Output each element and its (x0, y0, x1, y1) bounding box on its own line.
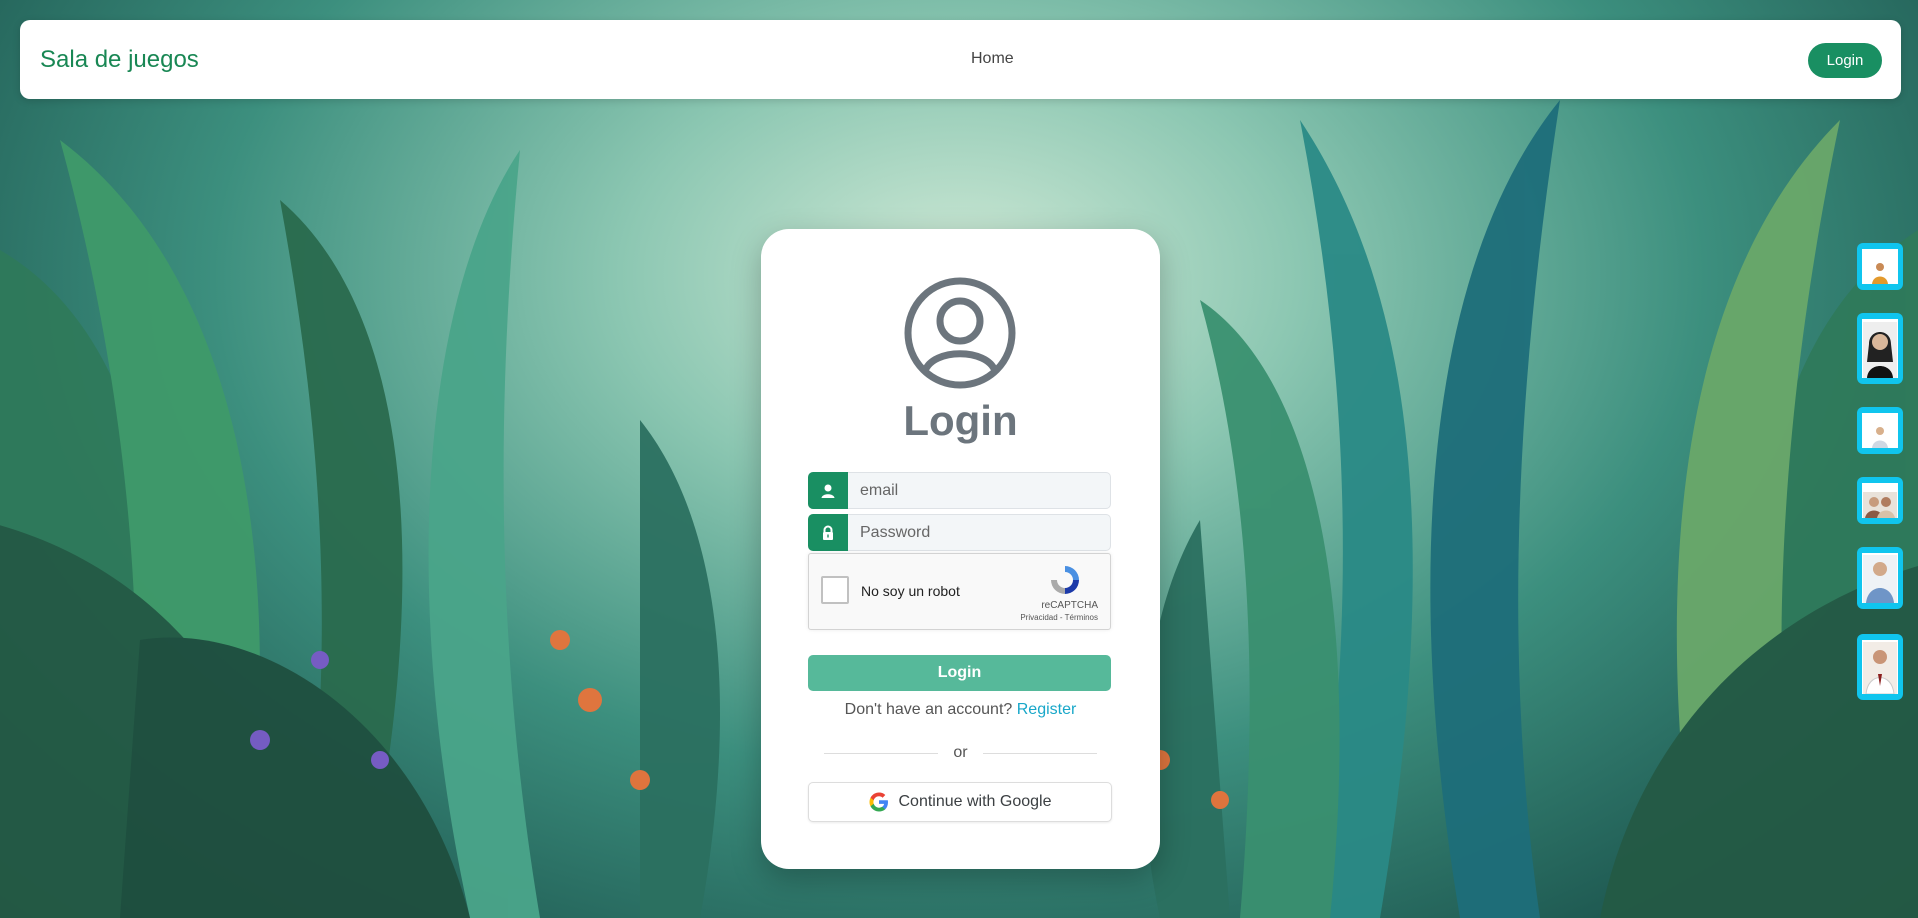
nav-link-home[interactable]: Home (971, 50, 1014, 68)
quick-user-5[interactable] (1857, 547, 1903, 609)
user-photo-6-icon (1862, 640, 1898, 694)
recaptcha-brand: reCAPTCHA (1041, 600, 1098, 611)
register-prompt: Don't have an account? Register (761, 701, 1160, 719)
or-divider: or (824, 743, 1097, 763)
user-photo-4-icon (1862, 483, 1898, 518)
password-input-group (808, 514, 1111, 551)
user-photo-1-icon (1862, 249, 1898, 284)
password-input[interactable] (848, 514, 1111, 551)
google-login-button[interactable]: Continue with Google (808, 782, 1112, 822)
recaptcha-logo-icon (1051, 566, 1079, 594)
user-photo-5-icon (1862, 553, 1898, 603)
quick-user-6[interactable] (1857, 634, 1903, 700)
top-navbar: Sala de juegos Home Login (20, 20, 1901, 99)
user-photo-2-icon (1862, 319, 1898, 378)
divider-line-right (983, 753, 1097, 754)
recaptcha-label: No soy un robot (861, 583, 960, 599)
login-heading: Login (903, 397, 1018, 444)
user-photo-3-icon (1862, 413, 1898, 448)
quick-user-1[interactable] (1857, 243, 1903, 290)
account-prompt-text: Don't have an account? (844, 701, 1013, 718)
quick-user-3[interactable] (1857, 407, 1903, 454)
user-icon (808, 472, 848, 509)
recaptcha-checkbox[interactable] (821, 576, 849, 604)
register-link[interactable]: Register (1017, 701, 1077, 718)
recaptcha-links[interactable]: Privacidad - Términos (1020, 613, 1098, 622)
login-card: Login No soy un robot reCAPTCHA Privacid… (761, 229, 1160, 869)
google-button-label: Continue with Google (898, 793, 1052, 810)
brand-title[interactable]: Sala de juegos (40, 46, 199, 74)
email-input-group (808, 472, 1111, 509)
quick-user-2[interactable] (1857, 313, 1903, 384)
email-input[interactable] (848, 472, 1111, 509)
recaptcha-widget: No soy un robot reCAPTCHA Privacidad - T… (808, 553, 1111, 630)
lock-icon (808, 514, 848, 551)
quick-user-4[interactable] (1857, 477, 1903, 524)
login-submit-button[interactable]: Login (808, 655, 1111, 691)
google-icon (869, 792, 888, 812)
user-circle-icon (904, 277, 1016, 389)
nav-login-button[interactable]: Login (1808, 43, 1882, 78)
